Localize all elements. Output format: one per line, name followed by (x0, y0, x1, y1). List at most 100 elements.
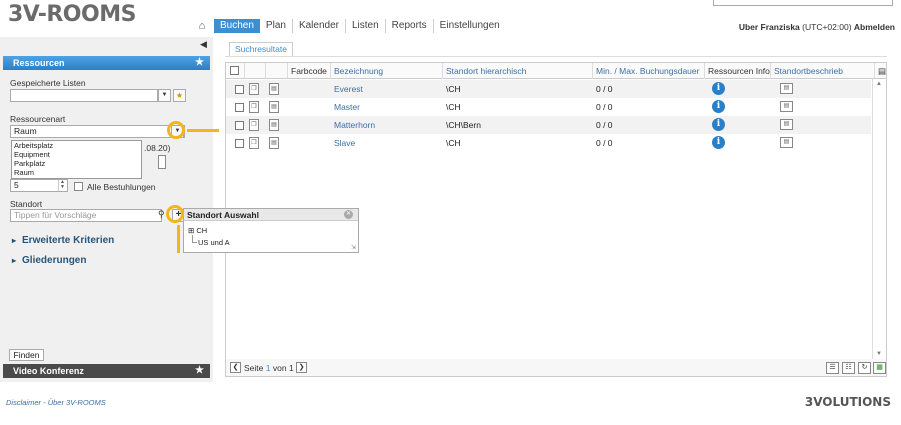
document-icon[interactable]: ▤ (269, 119, 279, 131)
table-row[interactable]: ❐ ▤ Matterhorn \CH\Bern 0 / 0 i ▤ (226, 116, 871, 134)
app-logo[interactable]: 3V-ROOMS (8, 2, 136, 27)
copy-icon[interactable]: ❐ (249, 137, 259, 149)
pager-current[interactable]: 1 (266, 363, 271, 373)
table-row[interactable]: ❐ ▤ Master \CH 0 / 0 i ▤ (226, 98, 871, 116)
spinner-arrows-icon[interactable]: ▲ ▼ (58, 180, 66, 191)
document-icon[interactable]: ▤ (269, 83, 279, 95)
row-name[interactable]: Slave (334, 134, 355, 152)
time-spinner[interactable] (158, 155, 166, 169)
about-link[interactable]: Über 3V-ROOMS (48, 398, 106, 407)
table-row[interactable]: ❐ ▤ Everest \CH 0 / 0 i ▤ (226, 80, 871, 98)
book-icon[interactable]: ▤ (780, 119, 793, 130)
star-icon[interactable]: ★ (195, 56, 204, 70)
header: 3V-ROOMS ⌂ Buchen Plan Kalender Listen R… (0, 0, 901, 37)
callout-line (177, 225, 180, 253)
groupings-link[interactable]: Gliederungen (12, 255, 86, 266)
book-icon[interactable]: ▤ (780, 83, 793, 94)
copy-icon[interactable]: ❐ (249, 101, 259, 113)
copy-icon[interactable]: ❐ (249, 119, 259, 131)
col-bezeichnung[interactable]: Bezeichnung (331, 63, 443, 79)
row-name[interactable]: Everest (334, 80, 363, 98)
row-location: \CH\Bern (446, 120, 481, 130)
tree-node-ch[interactable]: ⊞ CH (188, 226, 207, 235)
resource-type-label: Ressourcenart (10, 114, 66, 124)
row-checkbox[interactable] (235, 121, 244, 130)
pager: ❮ Seite 1 von 1 ❯ ☰ ☷ ↻ ▦ (225, 359, 887, 377)
copy-icon[interactable]: ❐ (249, 83, 259, 95)
row-checkbox[interactable] (235, 139, 244, 148)
save-list-icon[interactable]: ★ (173, 89, 186, 102)
info-icon[interactable]: i (712, 100, 725, 113)
footer-separator: - (43, 398, 46, 407)
logout-link[interactable]: Abmelden (854, 22, 895, 32)
disclaimer-link[interactable]: Disclaimer (6, 398, 41, 407)
search-icon[interactable]: ⚲ (158, 209, 165, 220)
row-checkbox[interactable] (235, 103, 244, 112)
find-button[interactable]: Finden (9, 349, 44, 361)
nav-reports[interactable]: Reports (386, 19, 434, 33)
tree-node-usa[interactable]: US und A (198, 238, 230, 247)
col-buchungsdauer[interactable]: Min. / Max. Buchungsdauer (593, 63, 705, 79)
col-farbcode[interactable]: Farbcode (288, 63, 331, 79)
info-icon[interactable]: i (712, 82, 725, 95)
book-icon[interactable]: ▤ (780, 137, 793, 148)
col-standortbeschrieb[interactable]: Standortbeschrieb (771, 63, 875, 79)
grid-header: Farbcode Bezeichnung Standort hierarchis… (226, 63, 886, 79)
chevron-down-icon[interactable]: ▼ (158, 89, 171, 102)
option-parkplatz[interactable]: Parkplatz (14, 159, 141, 168)
resource-type-select[interactable]: Raum (10, 125, 185, 138)
main-nav: ⌂ Buchen Plan Kalender Listen Reports Ei… (194, 18, 506, 34)
resize-handle-icon[interactable]: ⇲ (351, 244, 356, 251)
scroll-down-icon[interactable]: ▼ (876, 351, 882, 357)
document-icon[interactable]: ▤ (269, 137, 279, 149)
row-name[interactable]: Matterhorn (334, 116, 375, 134)
home-icon[interactable]: ⌂ (194, 19, 210, 33)
close-icon[interactable]: ✕ (344, 210, 353, 219)
row-duration: 0 / 0 (596, 138, 613, 148)
all-seatings-checkbox[interactable] (74, 182, 83, 191)
vertical-scrollbar[interactable]: ▲ ▼ (872, 79, 886, 359)
list-view-icon[interactable]: ☰ (826, 362, 839, 374)
star-icon[interactable]: ★ (195, 364, 204, 378)
columns-icon[interactable]: ☷ (842, 362, 855, 374)
video-conference-header[interactable]: Video Konferenz ★ (3, 364, 210, 378)
row-checkbox[interactable] (235, 85, 244, 94)
tree-node-ch-label[interactable]: CH (196, 226, 207, 235)
collapse-left-icon[interactable]: ◀ (200, 39, 207, 50)
scroll-up-icon[interactable]: ▲ (876, 81, 882, 87)
tab-search-results[interactable]: Suchresultate (229, 42, 293, 56)
advanced-criteria-link[interactable]: Erweiterte Kriterien (12, 235, 114, 246)
col-standort-hierarchisch[interactable]: Standort hierarchisch (443, 63, 593, 79)
callout-circle-resource-type (167, 121, 185, 139)
table-row[interactable]: ❐ ▤ Slave \CH 0 / 0 i ▤ (226, 134, 871, 152)
saved-lists-select[interactable] (10, 89, 158, 102)
tree-expand-icon[interactable]: ⊞ (188, 226, 194, 235)
next-page-button[interactable]: ❯ (296, 362, 307, 373)
row-name[interactable]: Master (334, 98, 360, 116)
export-excel-icon[interactable]: ▦ (873, 362, 886, 374)
option-arbeitsplatz[interactable]: Arbeitsplatz (14, 141, 141, 150)
top-search-field[interactable] (713, 0, 893, 6)
nav-plan[interactable]: Plan (260, 19, 293, 33)
user-name: Uber Franziska (738, 22, 800, 32)
location-input[interactable]: Tippen für Vorschläge (10, 209, 162, 222)
info-icon[interactable]: i (712, 118, 725, 131)
nav-kalender[interactable]: Kalender (293, 19, 346, 33)
refresh-icon[interactable]: ↻ (858, 362, 871, 374)
location-placeholder: Tippen für Vorschläge (14, 210, 97, 220)
location-selection-popup: Standort Auswahl ✕ ⊞ CH US und A ⇲ (183, 208, 359, 253)
select-all-checkbox[interactable] (230, 66, 239, 75)
col-ressourcen-info[interactable]: Ressourcen Info (705, 63, 771, 79)
prev-page-button[interactable]: ❮ (230, 362, 241, 373)
nav-einstellungen[interactable]: Einstellungen (434, 19, 506, 33)
book-icon[interactable]: ▤ (780, 101, 793, 112)
nav-listen[interactable]: Listen (346, 19, 386, 33)
option-equipment[interactable]: Equipment (14, 150, 141, 159)
document-icon[interactable]: ▤ (269, 101, 279, 113)
nav-buchen[interactable]: Buchen (214, 19, 260, 33)
column-menu-icon[interactable]: ▤ (875, 63, 887, 79)
resources-panel-header[interactable]: Ressourcen ★ (3, 56, 210, 70)
resources-panel-title: Ressourcen (13, 58, 65, 68)
info-icon[interactable]: i (712, 136, 725, 149)
option-raum[interactable]: Raum (14, 168, 141, 177)
